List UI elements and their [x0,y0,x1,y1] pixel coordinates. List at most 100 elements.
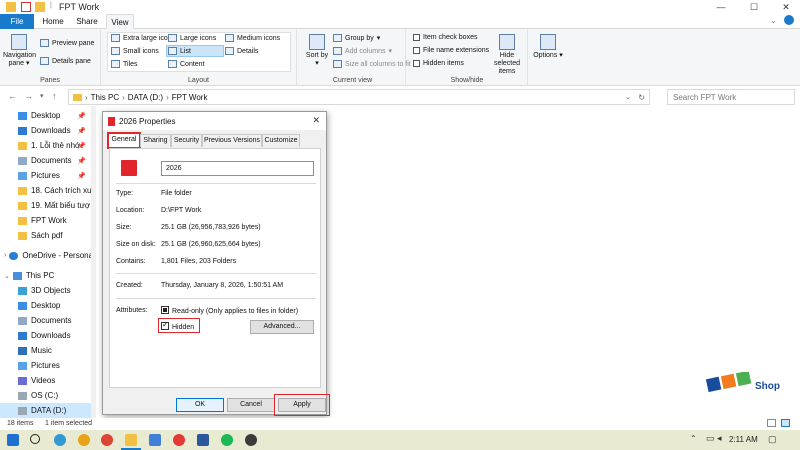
cancel-button[interactable]: Cancel [227,398,275,412]
layout-medium-icons[interactable]: Medium icons [225,34,280,42]
details-pane-button[interactable]: Details pane [40,57,91,65]
folder-icon [6,2,16,12]
sidebar-item-pc-pictures[interactable]: Pictures [0,358,96,373]
search-icon[interactable] [30,434,40,444]
hidden-items-checkbox[interactable] [413,60,420,67]
sidebar-item-documents[interactable]: Documents 📌 [0,153,96,168]
ok-button[interactable]: OK [176,398,224,412]
word-icon[interactable] [197,434,209,446]
tab-customize[interactable]: Customize [262,134,300,147]
hide-selected-items-button[interactable]: Hide selected items [487,34,527,76]
sidebar-item-this-pc[interactable]: ⌄ This PC [0,268,96,283]
help-icon[interactable] [784,15,794,25]
sort-by-button[interactable]: Sort by ▾ [304,34,330,68]
sidebar-item-loi-the-nho[interactable]: 1. Lỗi thẻ nhớ 📌 [0,138,96,153]
layout-tiles[interactable]: Tiles [111,60,138,68]
zalo-icon[interactable] [149,434,161,446]
volume-icon[interactable]: ◂ [717,433,722,444]
sidebar-item-videos[interactable]: Videos [0,373,96,388]
tab-general[interactable]: General [107,132,141,149]
collapse-chevron-icon[interactable]: ⌄ [4,272,10,280]
sidebar-item-music[interactable]: Music [0,343,96,358]
layout-extra-large-icons[interactable]: Extra large icons [111,34,175,42]
tray-chevron-icon[interactable]: ⌃ [690,434,697,443]
layout-large-icons[interactable]: Large icons [168,34,216,42]
breadcrumb-fpt-work[interactable]: FPT Work [172,93,208,102]
file-explorer-icon[interactable] [125,434,137,446]
recent-locations-icon[interactable]: ▾ [40,92,44,100]
dialog-close-button[interactable]: ✕ [312,115,320,126]
breadcrumb-this-pc[interactable]: This PC [91,93,119,102]
sidebar-item-data-d[interactable]: DATA (D:) [0,403,96,418]
tab-view[interactable]: View [106,14,134,30]
preview-pane-button[interactable]: Preview pane [40,39,94,47]
readonly-option[interactable]: Read-only (Only applies to files in fold… [161,306,298,315]
details-view-icon[interactable] [767,419,776,427]
add-columns-button[interactable]: Add columns ▾ [333,47,392,55]
quick-access-dropdown-icon[interactable]: | [50,2,52,9]
sidebar-scrollbar[interactable] [91,106,96,418]
chrome-icon[interactable] [101,434,113,446]
file-name-extensions-checkbox[interactable] [413,47,420,54]
advanced-button[interactable]: Advanced... [250,320,314,334]
sidebar-item-sach-pdf[interactable]: Sách pdf [0,228,96,243]
sidebar-item-pc-desktop[interactable]: Desktop [0,298,96,313]
back-button[interactable]: ← [8,91,17,101]
edge-browser-icon[interactable] [54,434,66,446]
refresh-icon[interactable]: ↻ [638,93,645,102]
large-icons-view-icon[interactable] [781,419,790,427]
tab-security[interactable]: Security [171,134,202,147]
options-button[interactable]: Options ▾ [533,34,563,60]
up-button[interactable]: ↑ [52,91,57,101]
search-input[interactable]: Search FPT Work [667,89,795,105]
maximize-button[interactable]: ☐ [740,0,768,14]
sidebar-item-cach-trich-xuat[interactable]: 18. Cách trích xuấ [0,183,96,198]
spotify-icon[interactable] [221,434,233,446]
item-check-boxes-toggle[interactable]: Item check boxes [413,34,477,41]
layout-small-icons[interactable]: Small icons [111,47,159,55]
tab-home[interactable]: Home [38,14,68,29]
sidebar-item-pc-downloads[interactable]: Downloads [0,328,96,343]
layout-details[interactable]: Details [225,47,258,55]
sidebar-item-desktop[interactable]: Desktop 📌 [0,108,96,123]
forward-button[interactable]: → [24,91,33,101]
layout-content[interactable]: Content [168,60,205,68]
app-icon[interactable] [173,434,185,446]
sidebar-item-downloads[interactable]: Downloads 📌 [0,123,96,138]
tab-sharing[interactable]: Sharing [140,134,171,147]
properties-icon[interactable] [21,2,31,12]
sidebar-item-onedrive[interactable]: › OneDrive - Persona [0,248,96,263]
readonly-checkbox[interactable] [161,306,169,314]
new-folder-icon[interactable] [35,2,45,12]
navigation-pane-button[interactable]: Navigation pane ▾ [3,34,36,68]
folder-name-input[interactable]: 2026 [161,161,314,176]
sidebar-item-fpt-work[interactable]: FPT Work [0,213,96,228]
layout-list[interactable]: List [166,45,224,57]
breadcrumb-data-drive[interactable]: DATA (D:) [128,93,163,102]
ribbon-expand-icon[interactable]: ⌄ [770,16,777,25]
size-all-columns-button[interactable]: Size all columns to fit [333,60,411,68]
app-icon[interactable] [78,434,90,446]
tab-share[interactable]: Share [72,14,102,29]
start-windows-icon[interactable] [7,434,19,446]
address-bar[interactable]: › This PC › DATA (D:) › FPT Work ⌄ ↻ [68,89,650,105]
clock[interactable]: 2:11 AM [729,435,758,444]
sidebar-item-pc-documents[interactable]: Documents [0,313,96,328]
sidebar-item-os-c[interactable]: OS (C:) [0,388,96,403]
notifications-icon[interactable]: ▢ [768,434,777,445]
network-icon[interactable]: ▭ [706,433,715,444]
app-icon[interactable] [245,434,257,446]
sidebar-item-mat-bieu-tuong[interactable]: 19. Mất biểu tượ [0,198,96,213]
minimize-button[interactable]: — [707,0,735,14]
hidden-items-toggle[interactable]: Hidden items [413,60,464,67]
sidebar-item-3d-objects[interactable]: 3D Objects [0,283,96,298]
tab-previous-versions[interactable]: Previous Versions [202,134,262,147]
group-by-button[interactable]: Group by ▾ [333,34,380,42]
item-check-boxes-checkbox[interactable] [413,34,420,41]
sidebar-item-pictures[interactable]: Pictures 📌 [0,168,96,183]
address-dropdown-icon[interactable]: ⌄ [625,93,631,101]
expand-chevron-icon[interactable]: › [4,252,6,259]
tab-file[interactable]: File [0,14,34,29]
file-name-extensions-toggle[interactable]: File name extensions [413,47,489,54]
close-button[interactable]: ✕ [772,0,800,14]
